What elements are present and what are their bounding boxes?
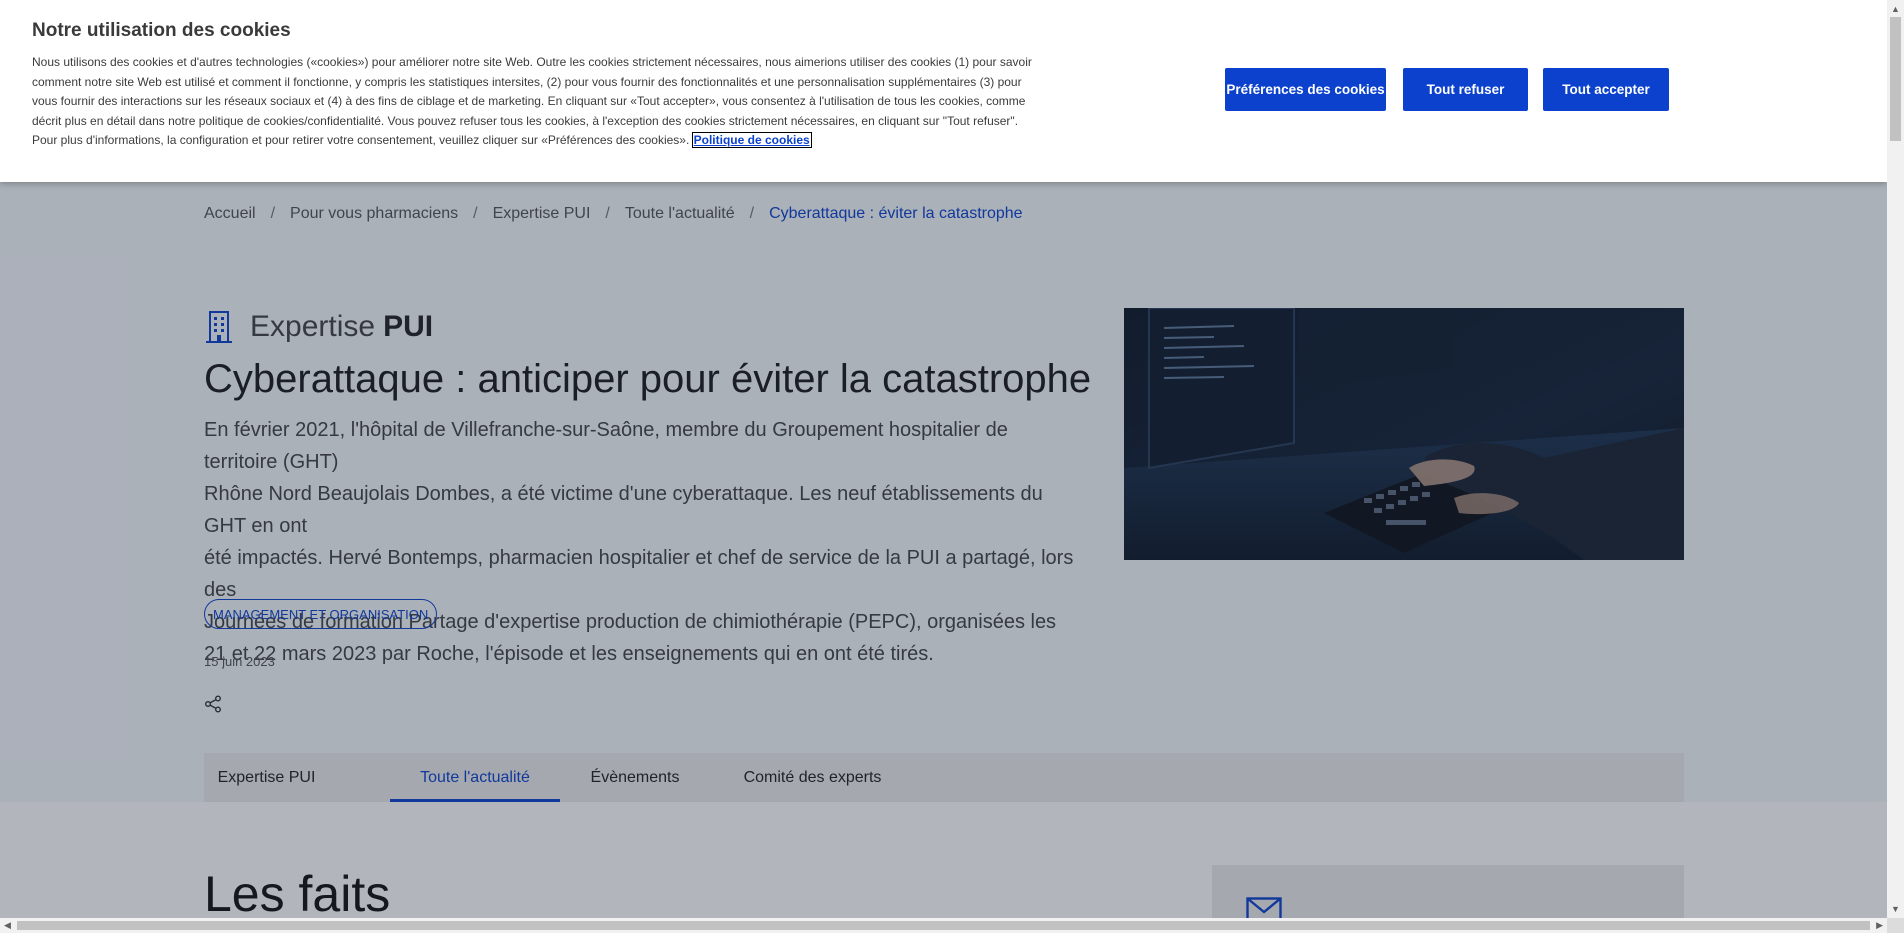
cookie-policy-link[interactable]: Politique de cookies [691, 132, 812, 149]
accept-all-button[interactable]: Tout accepter [1543, 68, 1669, 111]
vertical-scrollbar[interactable]: ▲ ▼ [1887, 0, 1904, 918]
refuse-all-button[interactable]: Tout refuser [1403, 68, 1528, 111]
scrollbar-corner [1887, 918, 1904, 933]
cookie-preferences-button[interactable]: Préférences des cookies [1225, 68, 1386, 111]
cookie-banner-text: Nous utilisons des cookies et d'autres t… [32, 53, 1032, 151]
vertical-scroll-thumb[interactable] [1890, 17, 1901, 141]
scroll-up-icon[interactable]: ▲ [1891, 4, 1900, 14]
cookie-banner: Notre utilisation des cookies Nous utili… [0, 0, 1887, 182]
horizontal-scrollbar[interactable]: ◀ ▶ [0, 918, 1887, 933]
scroll-left-icon[interactable]: ◀ [4, 920, 11, 931]
cookie-banner-title: Notre utilisation des cookies [32, 20, 291, 41]
cookie-banner-description: Nous utilisons des cookies et d'autres t… [32, 55, 1032, 148]
horizontal-scroll-thumb[interactable] [17, 921, 1870, 930]
scroll-down-icon[interactable]: ▼ [1891, 904, 1900, 914]
scroll-right-icon[interactable]: ▶ [1876, 920, 1883, 931]
